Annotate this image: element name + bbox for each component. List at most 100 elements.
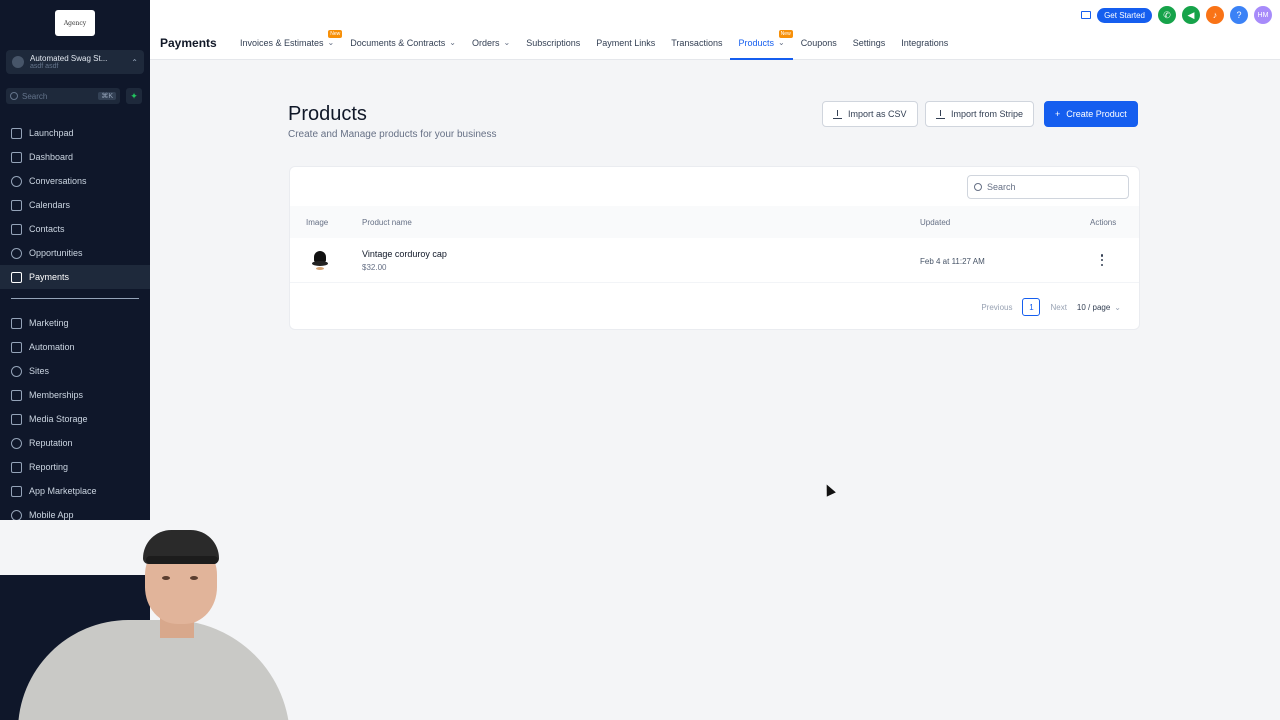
- sidebar-item-opportunities[interactable]: Opportunities: [0, 241, 150, 265]
- product-search-placeholder: Search: [987, 182, 1016, 192]
- chevron-down-icon: ⌄: [327, 38, 335, 47]
- import-csv-button[interactable]: Import as CSV: [822, 101, 918, 127]
- tab-settings[interactable]: Settings: [845, 38, 894, 60]
- bell-icon[interactable]: ♪: [1206, 6, 1224, 24]
- funnel-icon: [11, 247, 22, 259]
- chevron-down-icon: ⌄: [503, 38, 511, 47]
- quick-action-button[interactable]: ✦: [126, 88, 142, 104]
- chart-icon: [11, 461, 22, 473]
- chevron-down-icon: ⌄: [449, 38, 456, 47]
- search-icon: [974, 183, 982, 191]
- get-started-button[interactable]: Get Started: [1097, 7, 1152, 23]
- products-table-card: Search Image Product name Updated Action…: [289, 166, 1140, 330]
- sidebar-item-label: Automation: [29, 342, 75, 352]
- tab-documents-contracts[interactable]: Documents & Contracts ⌄: [342, 38, 464, 60]
- sidebar-item-app-marketplace[interactable]: App Marketplace: [0, 479, 150, 503]
- sidebar-item-reputation[interactable]: Reputation: [0, 431, 150, 455]
- tab-products[interactable]: Products ⌄ New: [730, 30, 793, 60]
- payments-icon: [11, 271, 22, 283]
- message-icon[interactable]: [1081, 11, 1092, 19]
- plus-icon: +: [1055, 109, 1061, 119]
- tab-payment-links[interactable]: Payment Links: [588, 38, 663, 60]
- tab-integrations[interactable]: Integrations: [893, 38, 956, 60]
- chevron-updown-icon: ⌃: [131, 57, 138, 67]
- pagination: Previous 1 Next 10 / page ⌄: [981, 298, 1121, 316]
- sidebar-item-payments[interactable]: Payments: [0, 265, 150, 289]
- new-badge: New: [778, 30, 793, 38]
- star-icon: [11, 437, 22, 449]
- product-search-input[interactable]: Search: [967, 175, 1129, 199]
- sidebar-item-launchpad[interactable]: Launchpad: [0, 121, 150, 145]
- create-product-label: Create Product: [1066, 109, 1127, 119]
- sidebar-item-label: Marketing: [29, 318, 69, 328]
- table-header: Image Product name Updated Actions: [290, 206, 1139, 238]
- phone-icon: [11, 509, 22, 521]
- tab-label: Invoices & Estimates: [240, 38, 324, 48]
- sidebar-item-marketing[interactable]: Marketing: [0, 311, 150, 335]
- sidebar-item-label: Launchpad: [29, 128, 74, 138]
- location-name: Automated Swag St...: [30, 54, 108, 63]
- page-subtitle: Create and Manage products for your busi…: [288, 129, 497, 140]
- tab-invoices-estimates[interactable]: Invoices & Estimates ⌄ New: [232, 30, 343, 60]
- page-size-select[interactable]: 10 / page ⌄: [1077, 303, 1121, 312]
- sidebar-item-conversations[interactable]: Conversations: [0, 169, 150, 193]
- tab-subscriptions[interactable]: Subscriptions: [518, 38, 588, 60]
- sidebar-item-media-storage[interactable]: Media Storage: [0, 407, 150, 431]
- rocket-icon: [11, 127, 22, 139]
- mouse-cursor: [822, 482, 836, 497]
- sidebar-item-label: Payments: [29, 272, 70, 282]
- page-number-button[interactable]: 1: [1022, 298, 1041, 316]
- tab-coupons[interactable]: Coupons: [793, 38, 845, 60]
- previous-page-button[interactable]: Previous: [981, 303, 1012, 312]
- logo-text: Agency: [63, 19, 87, 27]
- sidebar-item-label: App Marketplace: [29, 486, 97, 496]
- tab-label: Transactions: [671, 38, 723, 48]
- send-icon: [11, 317, 22, 329]
- sidebar-item-label: Media Storage: [29, 414, 88, 424]
- sidebar-search-input[interactable]: Search ⌘K: [6, 88, 120, 104]
- top-bar: Payments Invoices & Estimates ⌄ New Documen…: [150, 0, 1280, 60]
- import-csv-label: Import as CSV: [848, 109, 907, 119]
- location-subtitle: asdf asdf: [30, 63, 59, 70]
- sidebar-item-memberships[interactable]: Memberships: [0, 383, 150, 407]
- globe-icon: [11, 365, 22, 377]
- search-icon: [10, 92, 18, 100]
- tab-label: Payment Links: [596, 38, 656, 48]
- agency-logo[interactable]: Agency: [55, 10, 95, 36]
- download-icon: [936, 109, 945, 119]
- user-avatar[interactable]: HM: [1254, 6, 1272, 24]
- sidebar-search-placeholder: Search: [22, 91, 48, 101]
- sidebar-item-calendars[interactable]: Calendars: [0, 193, 150, 217]
- sidebar-item-contacts[interactable]: Contacts: [0, 217, 150, 241]
- sidebar-item-label: Contacts: [29, 224, 65, 234]
- phone-icon[interactable]: ✆: [1158, 6, 1176, 24]
- image-icon: [11, 413, 22, 425]
- sidebar-item-label: Sites: [29, 366, 50, 376]
- column-header-actions: Actions: [1090, 218, 1117, 227]
- location-switcher[interactable]: Automated Swag St... asdf asdf ⌃: [6, 50, 144, 74]
- import-stripe-button[interactable]: Import from Stripe: [925, 101, 1035, 127]
- bolt-icon: ✦: [130, 90, 138, 101]
- sidebar-item-sites[interactable]: Sites: [0, 359, 150, 383]
- help-button[interactable]: ?: [1230, 6, 1248, 24]
- search-shortcut: ⌘K: [98, 92, 116, 100]
- create-product-button[interactable]: + Create Product: [1044, 101, 1138, 127]
- sidebar-item-dashboard[interactable]: Dashboard: [0, 145, 150, 169]
- sidebar-nav-top: Launchpad Dashboard Conversations Calendars…: [0, 121, 150, 289]
- more-actions-icon[interactable]: [1099, 253, 1105, 267]
- column-header-updated[interactable]: Updated: [920, 218, 950, 227]
- sidebar-item-label: Calendars: [29, 200, 71, 210]
- sidebar-item-reporting[interactable]: Reporting: [0, 455, 150, 479]
- tab-label: Documents & Contracts: [350, 38, 446, 48]
- table-row[interactable]: Vintage corduroy cap $32.00 Feb 4 at 11:…: [290, 239, 1139, 283]
- product-name[interactable]: Vintage corduroy cap: [362, 249, 447, 259]
- tab-label: Settings: [852, 38, 886, 48]
- megaphone-icon[interactable]: ◀: [1182, 6, 1200, 24]
- tab-transactions[interactable]: Transactions: [663, 38, 730, 60]
- sidebar-item-automation[interactable]: Automation: [0, 335, 150, 359]
- chevron-down-icon: ⌄: [777, 38, 785, 47]
- sidebar-item-label: Dashboard: [29, 152, 74, 162]
- next-page-button[interactable]: Next: [1050, 303, 1066, 312]
- tab-orders[interactable]: Orders ⌄: [464, 38, 518, 60]
- sidebar-item-label: Reporting: [29, 462, 69, 472]
